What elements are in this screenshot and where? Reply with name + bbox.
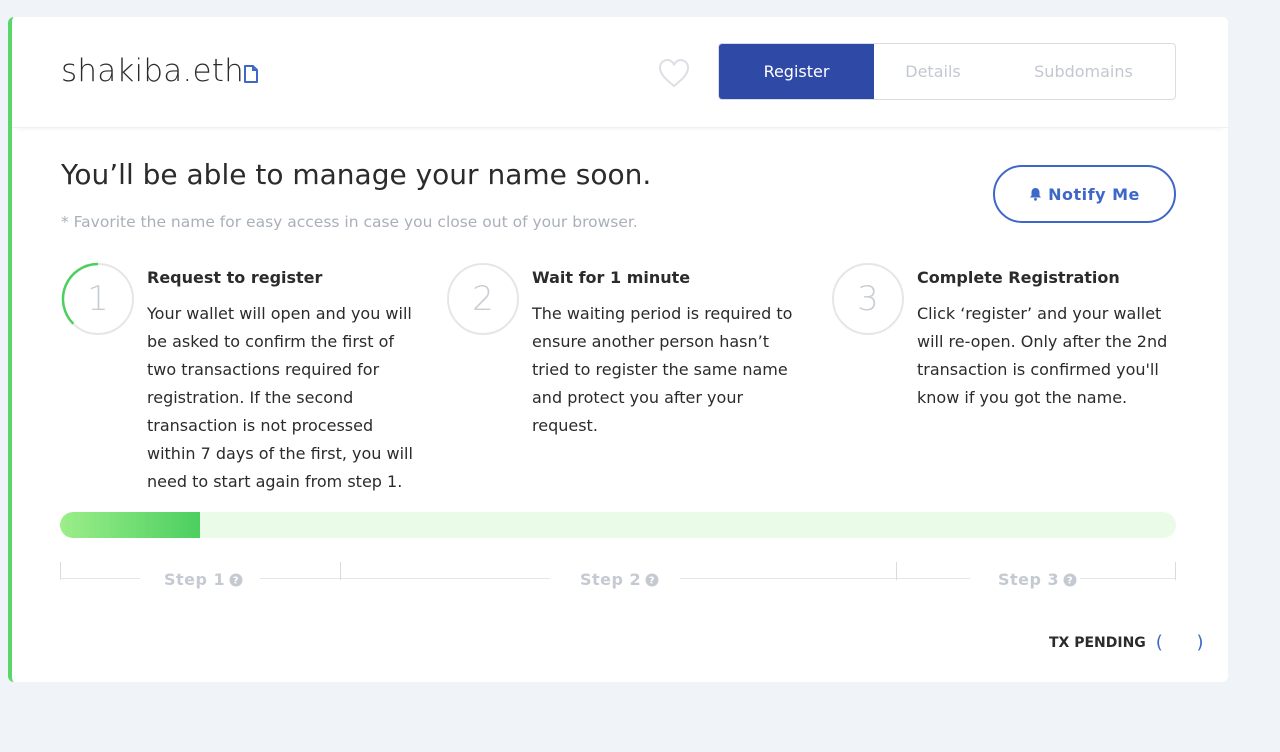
- step-2-description: The waiting period is required to ensure…: [532, 304, 793, 435]
- card-header: shakiba.eth Register Details Subdomains: [12, 17, 1228, 128]
- bell-icon: [1030, 188, 1042, 201]
- favorite-hint: * Favorite the name for easy access in c…: [61, 213, 638, 231]
- svg-text:?: ?: [1067, 575, 1073, 586]
- step-2-label-text: Step 2: [580, 570, 642, 589]
- step-3-label: Step 3 ?: [998, 570, 1077, 589]
- step-1-label-text: Step 1: [164, 570, 226, 589]
- domain-title: shakiba.eth: [61, 53, 244, 89]
- tx-status: TX PENDING ( ): [1049, 632, 1218, 653]
- svg-text:?: ?: [649, 575, 655, 586]
- copy-icon[interactable]: [242, 64, 260, 84]
- step-1-title: Request to register: [147, 268, 323, 287]
- tab-bar: Register Details Subdomains: [718, 43, 1176, 100]
- step-3-title: Complete Registration: [917, 268, 1120, 287]
- loading-spinner: ( ): [1155, 632, 1218, 653]
- step-3-description: Click ‘register’ and your wallet will re…: [917, 304, 1168, 407]
- tx-status-label: TX PENDING: [1049, 634, 1146, 651]
- tab-register[interactable]: Register: [719, 44, 874, 99]
- tab-subdomains[interactable]: Subdomains: [992, 44, 1175, 99]
- step-2-title: Wait for 1 minute: [532, 268, 691, 287]
- step-3-number: 3: [857, 279, 879, 319]
- notify-me-button[interactable]: Notify Me: [993, 165, 1176, 223]
- step-2-label: Step 2 ?: [580, 570, 659, 589]
- step-1-description: Your wallet will open and you will be as…: [147, 304, 413, 491]
- tab-details[interactable]: Details: [874, 44, 992, 99]
- registration-card: shakiba.eth Register Details Subdomains …: [8, 17, 1228, 682]
- help-icon[interactable]: ?: [229, 573, 243, 587]
- svg-text:?: ?: [233, 575, 239, 586]
- step-2-number: 2: [472, 279, 494, 319]
- step-3-label-text: Step 3: [998, 570, 1060, 589]
- help-icon[interactable]: ?: [1063, 573, 1077, 587]
- step-1-label: Step 1 ?: [164, 570, 243, 589]
- notify-me-label: Notify Me: [1048, 184, 1140, 204]
- progress-fill: [60, 512, 200, 538]
- registration-progress-bar: [60, 512, 1176, 538]
- page-headline: You’ll be able to manage your name soon.: [61, 158, 652, 191]
- step-1-number: 1: [87, 279, 109, 319]
- help-icon[interactable]: ?: [645, 573, 659, 587]
- heart-icon[interactable]: [657, 57, 691, 89]
